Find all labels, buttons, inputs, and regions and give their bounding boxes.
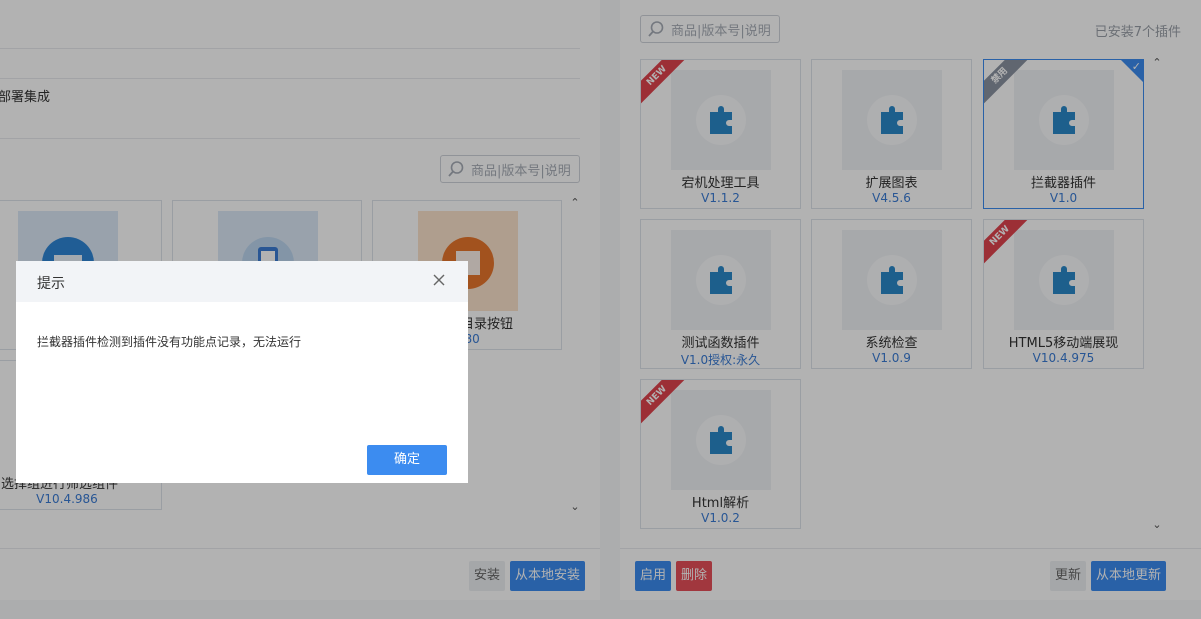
close-icon[interactable] <box>432 273 446 287</box>
dialog-message: 拦截器插件检测到插件没有功能点记录，无法运行 <box>37 335 302 349</box>
alert-dialog: 提示 拦截器插件检测到插件没有功能点记录，无法运行 确定 <box>16 261 468 483</box>
ok-button[interactable]: 确定 <box>367 445 447 475</box>
dialog-header: 提示 <box>16 261 468 302</box>
dialog-title: 提示 <box>37 276 65 292</box>
